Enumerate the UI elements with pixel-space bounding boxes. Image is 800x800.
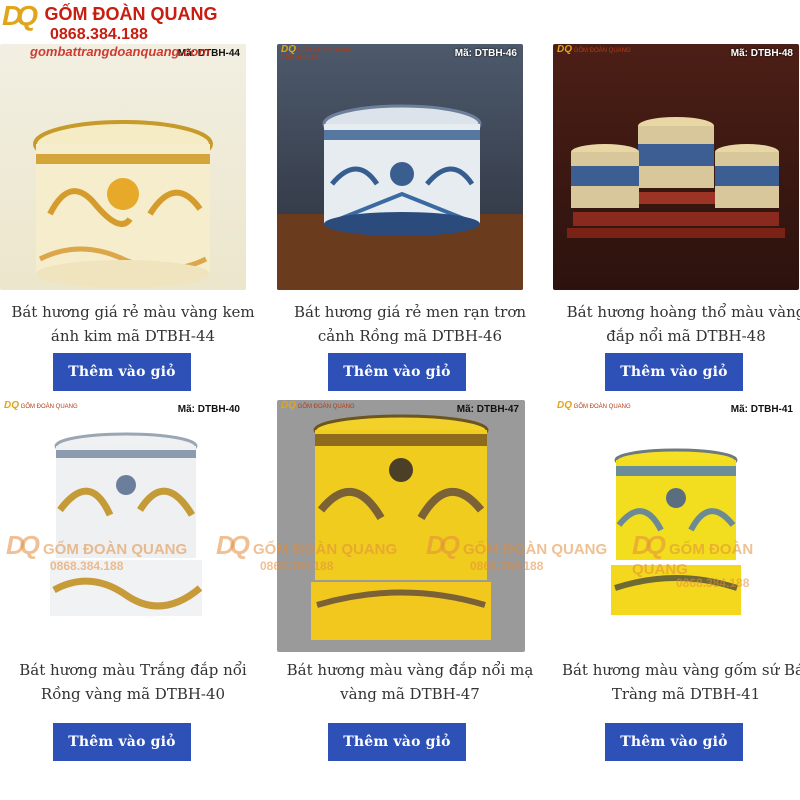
- product-card: DQ GỐM ĐOÀN QUANG 0868.384.188 Mã: DTBH-4…: [277, 0, 543, 400]
- watermark-band: DQ GỐM ĐOÀN QUANG 0868.384.188: [426, 530, 608, 573]
- brand-mini-logo: DQ GỐM ĐOÀN QUANG: [557, 44, 631, 55]
- add-to-cart-button[interactable]: Thêm vào giỏ: [328, 353, 466, 391]
- product-code: Mã: DTBH-47: [456, 404, 519, 415]
- watermark-band: DQ GỐM ĐOÀN QUANG 0868.384.188: [6, 530, 188, 573]
- brand-mini-logo: DQ GỐM ĐOÀN QUANG 0868.384.188: [281, 44, 355, 62]
- incense-bowl-image: [33, 120, 213, 288]
- product-card: DQ GỐM ĐOÀN QUANG Mã: DTBH-48 Bát hương …: [553, 0, 800, 400]
- product-image[interactable]: DQ GỐM ĐOÀN QUANG Mã: DTBH-41: [553, 400, 799, 652]
- brand-mini-logo: DQ GỐM ĐOÀN QUANG: [557, 400, 631, 411]
- product-title[interactable]: Bát hương hoàng thổ màu vàng đắp nổi mã …: [553, 300, 800, 348]
- brand-name: GỐM ĐOÀN QUANG: [44, 4, 218, 24]
- incense-bowl-image: [567, 117, 785, 238]
- incense-bowl-image: [50, 432, 203, 616]
- product-image[interactable]: DQ GỐM ĐOÀN QUANG Mã: DTBH-40: [0, 400, 246, 652]
- product-card: Mã: DTBH-44 Bát hương giá rẻ màu vàng ke…: [0, 0, 266, 400]
- product-image[interactable]: DQ GỐM ĐOÀN QUANG Mã: DTBH-47: [277, 400, 525, 652]
- incense-bowl-image: [611, 448, 741, 615]
- product-title[interactable]: Bát hương giá rẻ màu vàng kem ánh kim mã…: [0, 300, 266, 348]
- product-code: Mã: DTBH-48: [730, 48, 793, 59]
- product-title[interactable]: Bát hương màu vàng đắp nổi mạ vàng mã DT…: [277, 658, 543, 706]
- brand-phone: 0868.384.188: [50, 26, 148, 43]
- watermark-band: DQ GỐM ĐOÀN QUANG 0868.384.188: [632, 530, 754, 590]
- add-to-cart-button[interactable]: Thêm vào giỏ: [53, 723, 191, 761]
- product-title[interactable]: Bát hương giá rẻ men rạn trơn cảnh Rồng …: [277, 300, 543, 348]
- product-title[interactable]: Bát hương màu Trắng đắp nổi Rồng vàng mã…: [0, 658, 266, 706]
- add-to-cart-button[interactable]: Thêm vào giỏ: [605, 723, 743, 761]
- product-card: DQ GỐM ĐOÀN QUANG Mã: DTBH-41 Bát hương …: [553, 400, 800, 800]
- product-image[interactable]: DQ GỐM ĐOÀN QUANG Mã: DTBH-48: [553, 44, 799, 290]
- brand-mini-logo: DQ GỐM ĐOÀN QUANG: [4, 400, 78, 411]
- add-to-cart-button[interactable]: Thêm vào giỏ: [53, 353, 191, 391]
- brand-mini-logo: DQ GỐM ĐOÀN QUANG: [281, 400, 355, 411]
- product-code: Mã: DTBH-40: [177, 404, 240, 415]
- product-title[interactable]: Bát hương màu vàng gốm sứ Bát Tràng mã D…: [553, 658, 800, 706]
- product-card: DQ GỐM ĐOÀN QUANG Mã: DTBH-47 Bát hương …: [277, 400, 543, 800]
- incense-bowl-image: [277, 104, 523, 290]
- watermark-band: DQ GỐM ĐOÀN QUANG 0868.384.188: [216, 530, 398, 573]
- product-image[interactable]: Mã: DTBH-44: [0, 44, 246, 290]
- brand-website: gombattrangdoanquang.com: [30, 44, 210, 59]
- product-code: Mã: DTBH-46: [454, 48, 517, 59]
- brand-logo-mark: DQ: [2, 0, 38, 31]
- add-to-cart-button[interactable]: Thêm vào giỏ: [328, 723, 466, 761]
- brand-watermark: DQ GỐM ĐOÀN QUANG 0868.384.188 gombattra…: [2, 0, 217, 59]
- incense-bowl-image: [311, 414, 491, 640]
- product-card: DQ GỐM ĐOÀN QUANG Mã: DTBH-40 Bát hương …: [0, 400, 266, 800]
- product-grid: Mã: DTBH-44 Bát hương giá rẻ màu vàng ke…: [0, 0, 800, 800]
- add-to-cart-button[interactable]: Thêm vào giỏ: [605, 353, 743, 391]
- product-code: Mã: DTBH-41: [730, 404, 793, 415]
- product-image[interactable]: DQ GỐM ĐOÀN QUANG 0868.384.188 Mã: DTBH-4…: [277, 44, 523, 290]
